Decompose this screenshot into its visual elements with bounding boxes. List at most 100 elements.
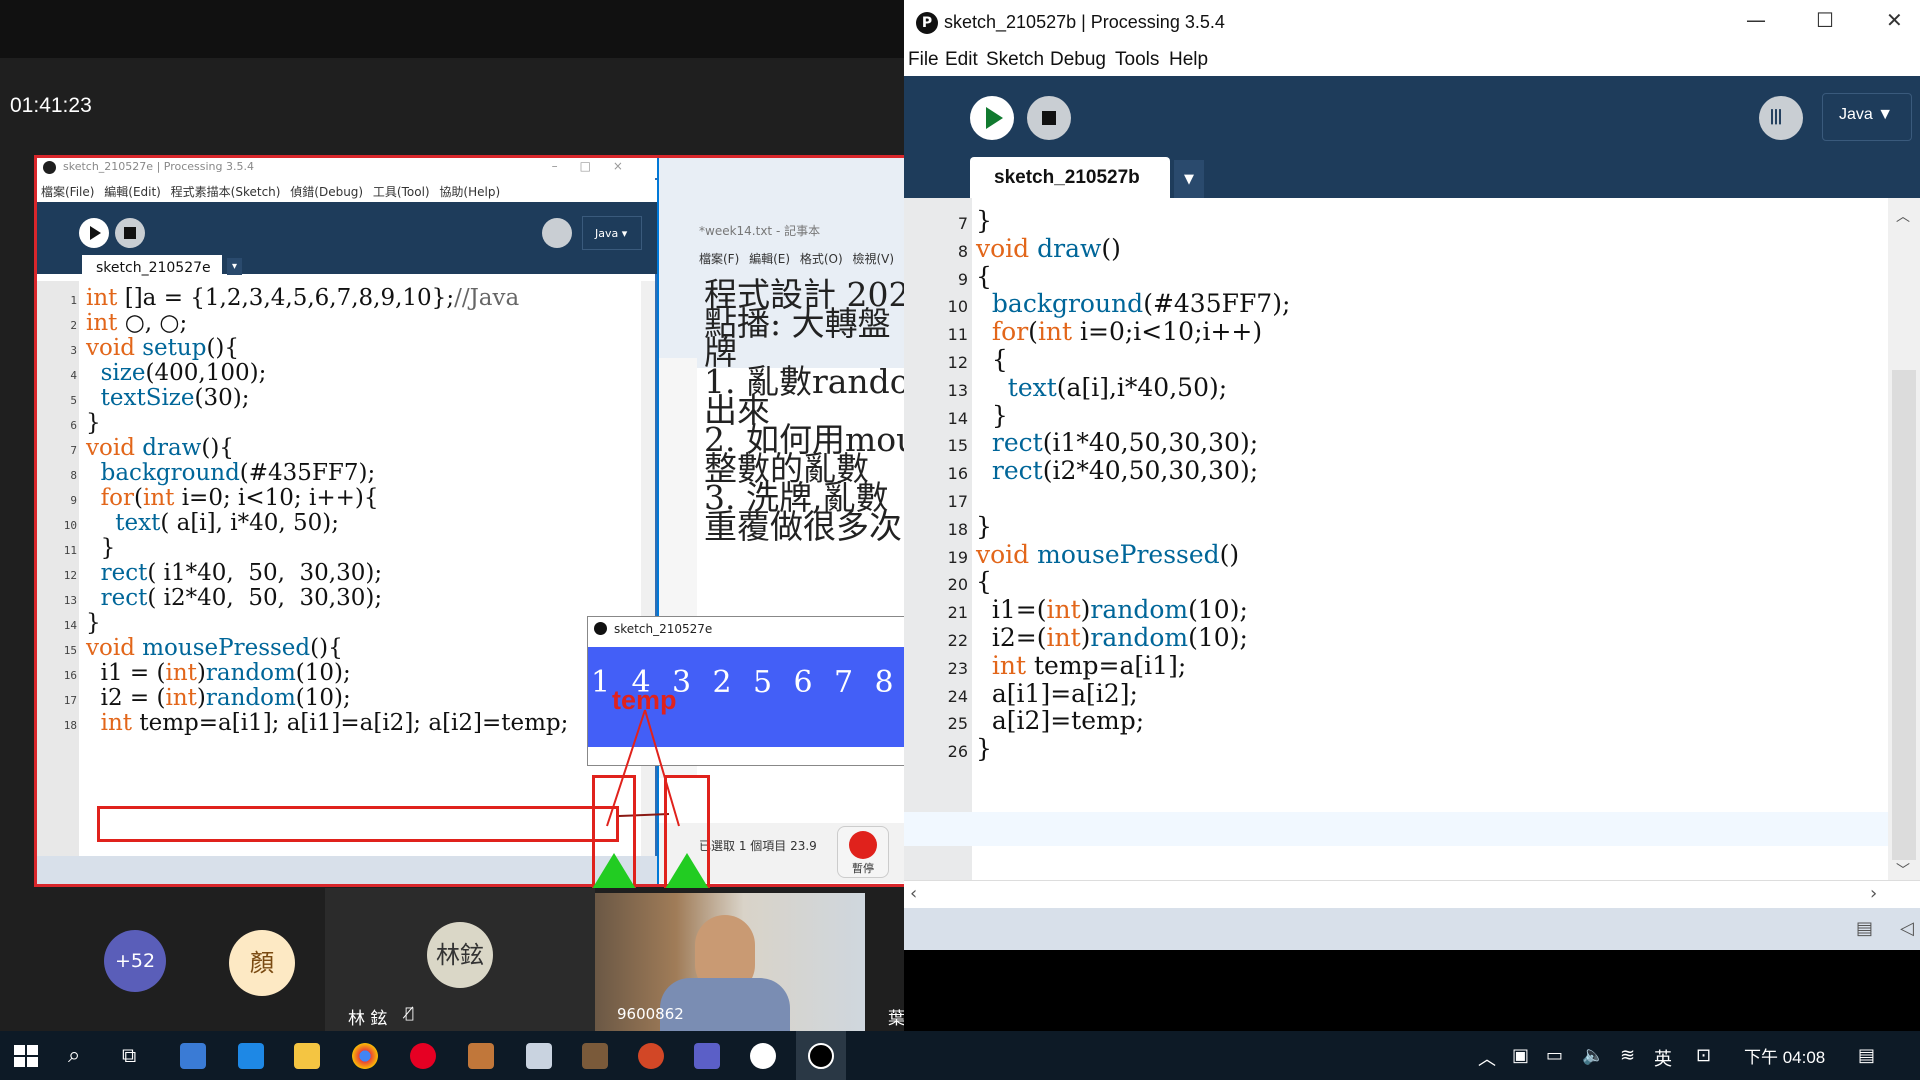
shared-line-number: 11: [63, 544, 77, 557]
mode-selector[interactable]: Java ▼: [1822, 93, 1912, 141]
shared-line-number: 1: [70, 294, 77, 307]
menu-sketch[interactable]: Sketch: [986, 49, 1044, 71]
explorer-status-text: 已選取 1 個項目 23.9: [699, 839, 817, 853]
notepad-title: *week14.txt - 記事本: [699, 224, 821, 238]
menu-help[interactable]: Help: [1169, 49, 1208, 71]
app-icon[interactable]: [526, 1043, 552, 1069]
line-number: 10: [947, 297, 968, 317]
minecraft-icon[interactable]: [582, 1043, 608, 1069]
code-line[interactable]: }: [976, 401, 1008, 430]
window-title: sketch_210527b | Processing 3.5.4: [944, 12, 1225, 32]
pause-label: 暫停: [852, 862, 874, 875]
wifi-icon[interactable]: ≋: [1620, 1045, 1635, 1066]
shared-code-line: rect( i1*40, 50, 30,30);: [100, 560, 383, 586]
shared-line-number: 3: [70, 344, 77, 357]
avatar: 顏: [229, 930, 295, 996]
tab-bar: sketch_210527b ▼: [904, 154, 1920, 198]
minimize-button[interactable]: —: [1746, 8, 1766, 32]
battery-icon[interactable]: ▭: [1546, 1045, 1563, 1066]
code-line[interactable]: background(#435FF7);: [976, 289, 1290, 318]
debugger-button[interactable]: ꔖ: [1759, 96, 1803, 140]
code-line[interactable]: a[i1]=a[i2];: [976, 679, 1138, 708]
store-icon[interactable]: [180, 1043, 206, 1069]
scroll-left-icon[interactable]: ‹: [910, 883, 917, 904]
code-lines[interactable]: 7} 8 void draw() 9 {10 background(#435FF7); 1…: [904, 198, 1888, 880]
meeting-top-bar: [0, 0, 904, 58]
line-number: 24: [947, 686, 968, 706]
sketch-number: 2: [712, 665, 732, 700]
code-line[interactable]: void mousePressed(): [976, 540, 1239, 569]
code-line[interactable]: a[i2]=temp;: [976, 706, 1144, 735]
pinterest-icon[interactable]: [410, 1043, 436, 1069]
code-line[interactable]: text(a[i],i*40,50);: [976, 373, 1227, 402]
horizontal-scrollbar[interactable]: ‹ ›: [904, 880, 1920, 908]
shared-debug-icon: [542, 218, 572, 248]
shared-code-line: int []a = {1,2,3,4,5,6,7,8,9,10};//Java: [86, 285, 520, 311]
media-player-icon[interactable]: [808, 1043, 834, 1069]
code-line[interactable]: rect(i1*40,50,30,30);: [976, 428, 1258, 457]
mail-icon[interactable]: [238, 1043, 264, 1069]
code-line[interactable]: }: [976, 512, 992, 541]
shared-line-number: 16: [63, 669, 77, 682]
shared-line-number: 18: [63, 719, 77, 732]
title-bar: P sketch_210527b | Processing 3.5.4 — ☐ …: [904, 0, 1920, 45]
code-line[interactable]: rect(i2*40,50,30,30);: [976, 456, 1258, 485]
chrome-icon[interactable]: [352, 1043, 378, 1069]
tray-overflow-icon[interactable]: ︿: [1478, 1045, 1496, 1071]
task-view-icon[interactable]: ⧉: [122, 1043, 136, 1067]
video-name: 9600862: [617, 1005, 684, 1023]
menu-file[interactable]: File: [908, 49, 939, 71]
more-participants-button[interactable]: +52: [104, 930, 166, 992]
code-line[interactable]: int temp=a[i1];: [976, 651, 1186, 680]
shared-code-line: int temp=a[i1]; a[i1]=a[i2]; a[i2]=temp;: [100, 710, 569, 736]
maximize-button[interactable]: ☐: [1816, 8, 1834, 32]
participant-video: 9600862: [595, 893, 865, 1033]
stop-button[interactable]: [1027, 96, 1071, 140]
code-line[interactable]: {: [976, 345, 1008, 374]
code-line[interactable]: }: [976, 206, 992, 235]
tray-app-icon[interactable]: ▣: [1512, 1045, 1529, 1066]
shared-menu-bar: 檔案(File) 編輯(Edit) 程式素描本(Sketch) 偵錯(Debug…: [37, 180, 657, 202]
menu-tools[interactable]: Tools: [1115, 49, 1159, 71]
code-line[interactable]: i1=(int)random(10);: [976, 595, 1248, 624]
code-line[interactable]: {: [976, 262, 992, 291]
teams-icon[interactable]: [694, 1043, 720, 1069]
tab-menu-button[interactable]: ▼: [1174, 160, 1204, 198]
shared-code-line: void setup(){: [86, 335, 240, 361]
scrollbar-thumb[interactable]: [1892, 370, 1916, 860]
shared-code-line: background(#435FF7);: [100, 460, 376, 486]
processing-icon[interactable]: [750, 1043, 776, 1069]
powerpoint-icon[interactable]: [638, 1043, 664, 1069]
line-number: 21: [947, 603, 968, 623]
sketch-output-title: sketch_210527e –: [588, 617, 938, 641]
ime-indicator[interactable]: 英: [1654, 1045, 1672, 1071]
scroll-down-icon[interactable]: ﹀: [1896, 860, 1910, 880]
arrow-up-icon: [665, 853, 709, 889]
run-button[interactable]: [970, 96, 1014, 140]
line-number: 18: [947, 519, 968, 539]
app-icon[interactable]: [468, 1043, 494, 1069]
tab-sketch[interactable]: sketch_210527b: [970, 157, 1170, 198]
notification-icon[interactable]: ▤: [1858, 1045, 1875, 1066]
close-button[interactable]: ✕: [1886, 8, 1903, 32]
scroll-right-icon[interactable]: ›: [1870, 883, 1877, 904]
collapse-icon[interactable]: ◁: [1900, 918, 1914, 939]
shared-line-number: 6: [70, 419, 77, 432]
ime-mode-icon[interactable]: ⊡: [1696, 1045, 1711, 1066]
search-icon[interactable]: ⌕: [68, 1043, 80, 1068]
file-explorer-icon[interactable]: [294, 1043, 320, 1069]
shared-code-line: }: [86, 610, 101, 636]
menu-edit[interactable]: Edit: [945, 49, 978, 71]
volume-icon[interactable]: 🔈: [1582, 1045, 1604, 1066]
code-line[interactable]: void draw(): [976, 234, 1121, 263]
code-line[interactable]: for(int i=0;i<10;i++): [976, 317, 1262, 346]
console-icon[interactable]: ▤: [1856, 918, 1873, 939]
code-line[interactable]: i2=(int)random(10);: [976, 623, 1248, 652]
windows-start-icon[interactable]: [14, 1045, 38, 1067]
pause-recording-button[interactable]: 暫停: [837, 826, 889, 878]
menu-debug[interactable]: Debug: [1050, 49, 1106, 71]
taskbar-clock[interactable]: 下午 04:08: [1744, 1043, 1825, 1068]
code-line[interactable]: {: [976, 567, 992, 596]
scroll-up-icon[interactable]: ︿: [1896, 206, 1910, 226]
code-line[interactable]: }: [976, 734, 992, 763]
